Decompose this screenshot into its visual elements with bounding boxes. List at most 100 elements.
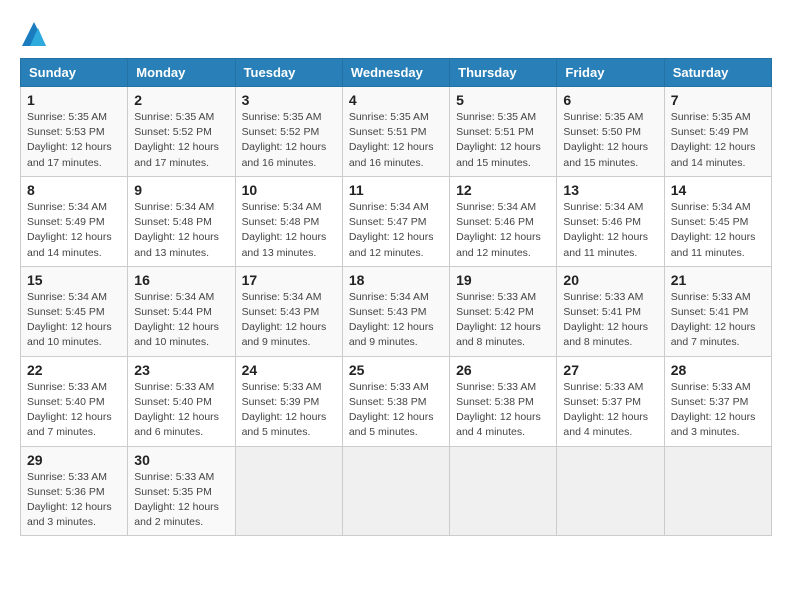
week-row-4: 22 Sunrise: 5:33 AM Sunset: 5:40 PM Dayli…	[21, 356, 772, 446]
day-number: 9	[134, 182, 228, 198]
day-number: 18	[349, 272, 443, 288]
day-number: 7	[671, 92, 765, 108]
day-cell: 26 Sunrise: 5:33 AM Sunset: 5:38 PM Dayli…	[450, 356, 557, 446]
day-number: 3	[242, 92, 336, 108]
day-cell: 7 Sunrise: 5:35 AM Sunset: 5:49 PM Daylig…	[664, 87, 771, 177]
day-number: 16	[134, 272, 228, 288]
day-cell: 29 Sunrise: 5:33 AM Sunset: 5:36 PM Dayli…	[21, 446, 128, 536]
day-cell: 28 Sunrise: 5:33 AM Sunset: 5:37 PM Dayli…	[664, 356, 771, 446]
day-info: Sunrise: 5:33 AM Sunset: 5:37 PM Dayligh…	[671, 380, 765, 441]
day-cell: 17 Sunrise: 5:34 AM Sunset: 5:43 PM Dayli…	[235, 266, 342, 356]
day-info: Sunrise: 5:33 AM Sunset: 5:35 PM Dayligh…	[134, 470, 228, 531]
day-cell	[664, 446, 771, 536]
day-number: 21	[671, 272, 765, 288]
day-number: 25	[349, 362, 443, 378]
day-info: Sunrise: 5:35 AM Sunset: 5:51 PM Dayligh…	[349, 110, 443, 171]
day-number: 6	[563, 92, 657, 108]
day-cell: 13 Sunrise: 5:34 AM Sunset: 5:46 PM Dayli…	[557, 176, 664, 266]
col-header-thursday: Thursday	[450, 59, 557, 87]
col-header-tuesday: Tuesday	[235, 59, 342, 87]
calendar-table: SundayMondayTuesdayWednesdayThursdayFrid…	[20, 58, 772, 536]
day-info: Sunrise: 5:33 AM Sunset: 5:38 PM Dayligh…	[456, 380, 550, 441]
day-info: Sunrise: 5:33 AM Sunset: 5:42 PM Dayligh…	[456, 290, 550, 351]
day-number: 4	[349, 92, 443, 108]
day-info: Sunrise: 5:33 AM Sunset: 5:40 PM Dayligh…	[27, 380, 121, 441]
day-cell: 20 Sunrise: 5:33 AM Sunset: 5:41 PM Dayli…	[557, 266, 664, 356]
day-cell: 1 Sunrise: 5:35 AM Sunset: 5:53 PM Daylig…	[21, 87, 128, 177]
day-number: 27	[563, 362, 657, 378]
day-info: Sunrise: 5:34 AM Sunset: 5:45 PM Dayligh…	[671, 200, 765, 261]
day-info: Sunrise: 5:34 AM Sunset: 5:48 PM Dayligh…	[134, 200, 228, 261]
day-info: Sunrise: 5:35 AM Sunset: 5:50 PM Dayligh…	[563, 110, 657, 171]
logo-icon	[20, 20, 48, 48]
day-cell: 2 Sunrise: 5:35 AM Sunset: 5:52 PM Daylig…	[128, 87, 235, 177]
week-row-3: 15 Sunrise: 5:34 AM Sunset: 5:45 PM Dayli…	[21, 266, 772, 356]
calendar-header-row: SundayMondayTuesdayWednesdayThursdayFrid…	[21, 59, 772, 87]
day-number: 13	[563, 182, 657, 198]
day-info: Sunrise: 5:33 AM Sunset: 5:36 PM Dayligh…	[27, 470, 121, 531]
day-number: 23	[134, 362, 228, 378]
day-number: 24	[242, 362, 336, 378]
day-number: 14	[671, 182, 765, 198]
col-header-monday: Monday	[128, 59, 235, 87]
day-cell: 9 Sunrise: 5:34 AM Sunset: 5:48 PM Daylig…	[128, 176, 235, 266]
day-number: 1	[27, 92, 121, 108]
day-number: 22	[27, 362, 121, 378]
day-number: 8	[27, 182, 121, 198]
page-header	[20, 20, 772, 48]
day-number: 2	[134, 92, 228, 108]
day-cell: 10 Sunrise: 5:34 AM Sunset: 5:48 PM Dayli…	[235, 176, 342, 266]
day-info: Sunrise: 5:34 AM Sunset: 5:48 PM Dayligh…	[242, 200, 336, 261]
day-cell: 3 Sunrise: 5:35 AM Sunset: 5:52 PM Daylig…	[235, 87, 342, 177]
day-info: Sunrise: 5:34 AM Sunset: 5:49 PM Dayligh…	[27, 200, 121, 261]
day-info: Sunrise: 5:34 AM Sunset: 5:43 PM Dayligh…	[349, 290, 443, 351]
day-number: 20	[563, 272, 657, 288]
day-number: 29	[27, 452, 121, 468]
day-info: Sunrise: 5:35 AM Sunset: 5:53 PM Dayligh…	[27, 110, 121, 171]
day-number: 28	[671, 362, 765, 378]
day-cell: 12 Sunrise: 5:34 AM Sunset: 5:46 PM Dayli…	[450, 176, 557, 266]
day-cell: 6 Sunrise: 5:35 AM Sunset: 5:50 PM Daylig…	[557, 87, 664, 177]
day-cell: 5Sunrise: 5:35 AM Sunset: 5:51 PM Daylig…	[450, 87, 557, 177]
day-info: Sunrise: 5:35 AM Sunset: 5:52 PM Dayligh…	[242, 110, 336, 171]
week-row-1: 1 Sunrise: 5:35 AM Sunset: 5:53 PM Daylig…	[21, 87, 772, 177]
week-row-5: 29 Sunrise: 5:33 AM Sunset: 5:36 PM Dayli…	[21, 446, 772, 536]
day-info: Sunrise: 5:34 AM Sunset: 5:46 PM Dayligh…	[563, 200, 657, 261]
day-cell: 25Sunrise: 5:33 AM Sunset: 5:38 PM Dayli…	[342, 356, 449, 446]
day-cell: 22 Sunrise: 5:33 AM Sunset: 5:40 PM Dayli…	[21, 356, 128, 446]
day-cell: 4 Sunrise: 5:35 AM Sunset: 5:51 PM Daylig…	[342, 87, 449, 177]
day-info: Sunrise: 5:35 AM Sunset: 5:49 PM Dayligh…	[671, 110, 765, 171]
logo	[20, 20, 52, 48]
day-cell: 18 Sunrise: 5:34 AM Sunset: 5:43 PM Dayli…	[342, 266, 449, 356]
day-info: Sunrise: 5:35 AM Sunset: 5:52 PM Dayligh…	[134, 110, 228, 171]
day-number: 15	[27, 272, 121, 288]
day-info: Sunrise: 5:34 AM Sunset: 5:45 PM Dayligh…	[27, 290, 121, 351]
day-number: 26	[456, 362, 550, 378]
day-info: Sunrise: 5:34 AM Sunset: 5:44 PM Dayligh…	[134, 290, 228, 351]
col-header-sunday: Sunday	[21, 59, 128, 87]
week-row-2: 8 Sunrise: 5:34 AM Sunset: 5:49 PM Daylig…	[21, 176, 772, 266]
day-info: Sunrise: 5:33 AM Sunset: 5:39 PM Dayligh…	[242, 380, 336, 441]
day-cell: 16 Sunrise: 5:34 AM Sunset: 5:44 PM Dayli…	[128, 266, 235, 356]
day-info: Sunrise: 5:33 AM Sunset: 5:40 PM Dayligh…	[134, 380, 228, 441]
day-cell: 14 Sunrise: 5:34 AM Sunset: 5:45 PM Dayli…	[664, 176, 771, 266]
day-number: 30	[134, 452, 228, 468]
day-cell: 24 Sunrise: 5:33 AM Sunset: 5:39 PM Dayli…	[235, 356, 342, 446]
day-number: 12	[456, 182, 550, 198]
day-info: Sunrise: 5:34 AM Sunset: 5:46 PM Dayligh…	[456, 200, 550, 261]
day-info: Sunrise: 5:33 AM Sunset: 5:41 PM Dayligh…	[671, 290, 765, 351]
col-header-friday: Friday	[557, 59, 664, 87]
day-number: 19	[456, 272, 550, 288]
day-number: 10	[242, 182, 336, 198]
day-number: 17	[242, 272, 336, 288]
day-cell: 15 Sunrise: 5:34 AM Sunset: 5:45 PM Dayli…	[21, 266, 128, 356]
col-header-wednesday: Wednesday	[342, 59, 449, 87]
day-info: Sunrise: 5:34 AM Sunset: 5:47 PM Dayligh…	[349, 200, 443, 261]
day-cell	[235, 446, 342, 536]
col-header-saturday: Saturday	[664, 59, 771, 87]
day-info: Sunrise: 5:34 AM Sunset: 5:43 PM Dayligh…	[242, 290, 336, 351]
day-number: 11	[349, 182, 443, 198]
day-info: Sunrise: 5:35 AM Sunset: 5:51 PM Dayligh…	[456, 110, 550, 171]
day-info: Sunrise: 5:33 AM Sunset: 5:41 PM Dayligh…	[563, 290, 657, 351]
day-cell: 21 Sunrise: 5:33 AM Sunset: 5:41 PM Dayli…	[664, 266, 771, 356]
